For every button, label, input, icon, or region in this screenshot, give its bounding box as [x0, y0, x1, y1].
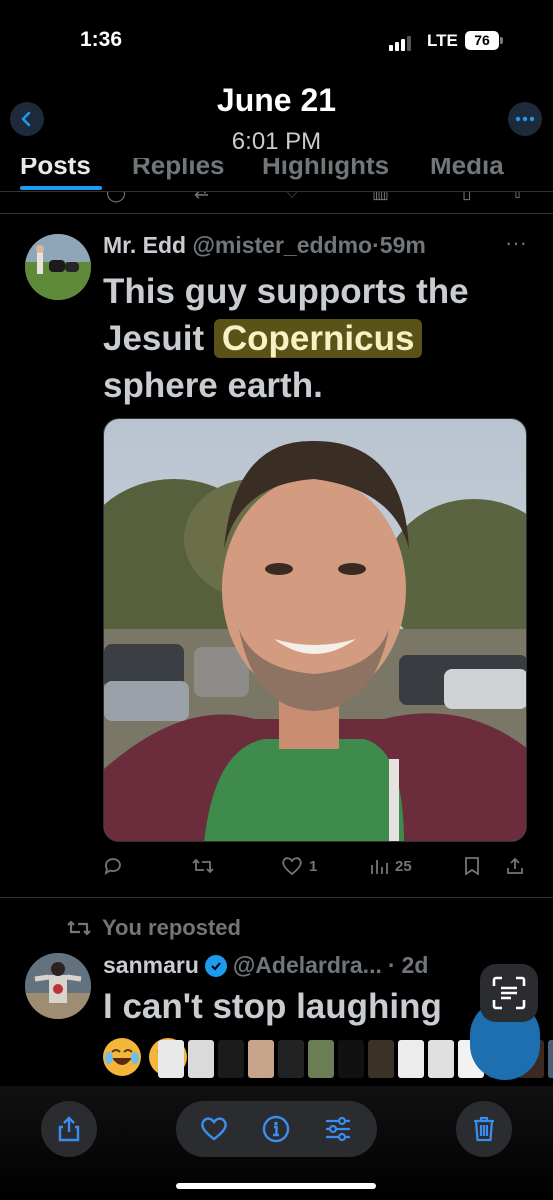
- sliders-icon: [326, 1116, 350, 1142]
- share-button[interactable]: [505, 856, 525, 876]
- tab-highlights[interactable]: Highlights: [262, 158, 389, 181]
- photo-time: 6:01 PM: [231, 128, 322, 155]
- heart-icon: [282, 857, 302, 876]
- tweet-text: This guy supports the Jesuit Copernicus …: [103, 268, 533, 409]
- reply-button[interactable]: [103, 856, 123, 876]
- author-handle[interactable]: @mister_eddmo: [192, 232, 372, 258]
- tweet-text: I can't stop laughing: [103, 987, 442, 1026]
- views-button[interactable]: 25: [369, 856, 412, 876]
- repost-label: You reposted: [102, 915, 241, 940]
- home-indicator: [176, 1183, 376, 1189]
- live-text-button[interactable]: [480, 964, 538, 1022]
- repost-button[interactable]: [191, 856, 215, 876]
- laughing-emoji-icon: [103, 1038, 141, 1076]
- repost-icon[interactable]: ⇄: [194, 192, 209, 203]
- separator-dot: ·: [387, 952, 396, 978]
- share-icon: [507, 857, 523, 874]
- like-count: 1: [309, 857, 318, 875]
- reply-icon: [104, 858, 121, 875]
- repost-icon: [192, 858, 214, 874]
- favorite-button[interactable]: [200, 1115, 228, 1143]
- author-handle[interactable]: @Adelardra...: [233, 952, 382, 979]
- share-icon[interactable]: ⇧: [510, 192, 525, 203]
- media-thumbnail[interactable]: [308, 1040, 334, 1078]
- media-thumbnail[interactable]: [188, 1040, 214, 1078]
- share-icon: [58, 1116, 80, 1142]
- avatar[interactable]: [25, 953, 91, 1019]
- info-button[interactable]: [262, 1115, 290, 1143]
- post-age: 2d: [401, 952, 429, 978]
- signal-icon: [389, 36, 411, 51]
- ellipsis-icon: [515, 116, 535, 122]
- more-button[interactable]: [508, 102, 542, 136]
- status-bar: 1:36 LTE 76: [0, 0, 553, 80]
- highlighted-word: Copernicus: [213, 319, 423, 358]
- tab-posts[interactable]: Posts: [20, 158, 91, 181]
- author-name[interactable]: sanmaru: [103, 952, 199, 979]
- text-scan-icon: [492, 976, 526, 1010]
- share-button[interactable]: [41, 1101, 97, 1157]
- views-icon[interactable]: ▥: [372, 192, 389, 203]
- repost-icon: [67, 920, 91, 936]
- media-thumbnail[interactable]: [398, 1040, 424, 1078]
- battery-tip: [500, 37, 503, 44]
- bookmark-button[interactable]: [463, 856, 481, 876]
- media-thumbnail[interactable]: [158, 1040, 184, 1078]
- bookmark-icon: [465, 857, 479, 876]
- media-thumbnail[interactable]: [338, 1040, 364, 1078]
- tab-replies[interactable]: Replies: [132, 158, 225, 181]
- media-thumbnail[interactable]: [428, 1040, 454, 1078]
- media-thumbnail[interactable]: [548, 1040, 553, 1078]
- media-thumbnail[interactable]: [278, 1040, 304, 1078]
- view-count: 25: [395, 857, 412, 875]
- tweet-actions: 1 25: [103, 856, 533, 886]
- verified-badge-icon: [204, 954, 227, 977]
- info-icon: [262, 1115, 290, 1143]
- tweet-header: sanmaru @Adelardra... · 2d: [103, 952, 428, 979]
- media-thumbnail[interactable]: [218, 1040, 244, 1078]
- views-icon: [371, 860, 388, 874]
- media-thumbnail[interactable]: [248, 1040, 274, 1078]
- avatar[interactable]: [25, 234, 91, 300]
- post-age: 59m: [379, 232, 426, 258]
- active-tab-indicator: [20, 186, 102, 190]
- network-label: LTE: [427, 31, 458, 50]
- heart-icon: [201, 1117, 227, 1141]
- battery-icon: 76: [465, 31, 499, 50]
- status-time: 1:36: [80, 28, 123, 51]
- bookmark-icon[interactable]: ▯: [462, 192, 472, 203]
- repost-context: You reposted: [66, 915, 241, 941]
- author-name[interactable]: Mr. Edd: [103, 232, 186, 258]
- photo-actions-pill: [176, 1101, 377, 1157]
- adjust-button[interactable]: [324, 1115, 352, 1143]
- reply-icon[interactable]: ◯: [106, 192, 126, 203]
- tab-media[interactable]: Media: [430, 158, 504, 181]
- previous-post-actions: ◯ ⇄ ♡ ▥ ▯ ⇧: [0, 192, 553, 214]
- delete-button[interactable]: [456, 1101, 512, 1157]
- tweet-header: Mr. Edd @mister_eddmo·59m: [103, 232, 426, 259]
- trash-icon: [474, 1116, 494, 1142]
- media-thumbnail[interactable]: [368, 1040, 394, 1078]
- like-button[interactable]: 1: [281, 856, 317, 876]
- post-options-icon[interactable]: ···: [505, 230, 527, 256]
- heart-icon[interactable]: ♡: [284, 192, 300, 203]
- separator-dot: ·: [372, 232, 380, 258]
- photo-date: June 21: [216, 82, 337, 118]
- tweet-text-part: sphere earth.: [103, 366, 323, 405]
- tweet-photo[interactable]: [103, 418, 527, 842]
